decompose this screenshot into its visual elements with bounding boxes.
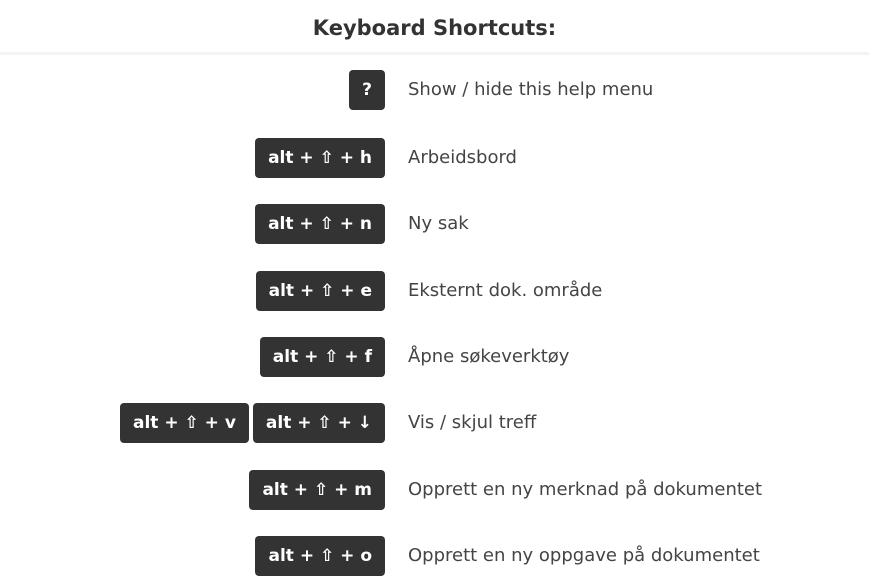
shortcut-keys: ? (349, 70, 385, 110)
key-badge: ? (349, 70, 385, 110)
key-badge: alt + ⇧ + m (249, 470, 385, 510)
shortcut-keys: alt + ⇧ + m (249, 470, 385, 510)
key-badge: alt + ⇧ + f (259, 337, 385, 377)
shortcut-row: alt + ⇧ + h Arbeidsbord (0, 138, 869, 178)
key-badge: alt + ⇧ + v (120, 403, 249, 443)
shortcut-keys: alt + ⇧ + o (255, 536, 385, 576)
shortcut-row: alt + ⇧ + n Ny sak (0, 204, 869, 244)
shortcut-description: Eksternt dok. område (408, 280, 603, 301)
shortcut-description: Åpne søkeverktøy (408, 346, 570, 367)
key-badge: alt + ⇧ + n (255, 204, 385, 244)
shortcut-description: Vis / skjul treff (408, 412, 537, 433)
shortcut-row: alt + ⇧ + o Opprett en ny oppgave på dok… (0, 536, 869, 576)
shortcut-description: Arbeidsbord (408, 147, 517, 168)
shortcut-description: Ny sak (408, 213, 469, 234)
keyboard-shortcuts-panel: Keyboard Shortcuts: ? Show / hide this h… (0, 0, 869, 579)
panel-title: Keyboard Shortcuts: (312, 16, 557, 40)
key-badge: alt + ⇧ + o (255, 536, 385, 576)
title-divider (0, 52, 869, 55)
shortcut-keys: alt + ⇧ + n (255, 204, 385, 244)
shortcut-row: alt + ⇧ + v alt + ⇧ + ↓ Vis / skjul tref… (0, 403, 869, 443)
shortcut-keys: alt + ⇧ + f (259, 337, 385, 377)
shortcut-row: alt + ⇧ + m Opprett en ny merknad på dok… (0, 470, 869, 510)
shortcut-keys: alt + ⇧ + h (255, 138, 385, 178)
shortcut-description: Show / hide this help menu (408, 79, 654, 100)
shortcut-keys: alt + ⇧ + v alt + ⇧ + ↓ (120, 403, 385, 443)
shortcut-row: alt + ⇧ + e Eksternt dok. område (0, 271, 869, 311)
key-badge: alt + ⇧ + h (255, 138, 385, 178)
shortcut-keys: alt + ⇧ + e (255, 271, 385, 311)
key-badge: alt + ⇧ + ↓ (252, 403, 385, 443)
key-badge: alt + ⇧ + e (255, 271, 385, 311)
shortcut-row: alt + ⇧ + f Åpne søkeverktøy (0, 337, 869, 377)
shortcut-description: Opprett en ny oppgave på dokumentet (408, 545, 760, 566)
shortcut-row: ? Show / hide this help menu (0, 70, 869, 110)
shortcut-description: Opprett en ny merknad på dokumentet (408, 479, 763, 500)
